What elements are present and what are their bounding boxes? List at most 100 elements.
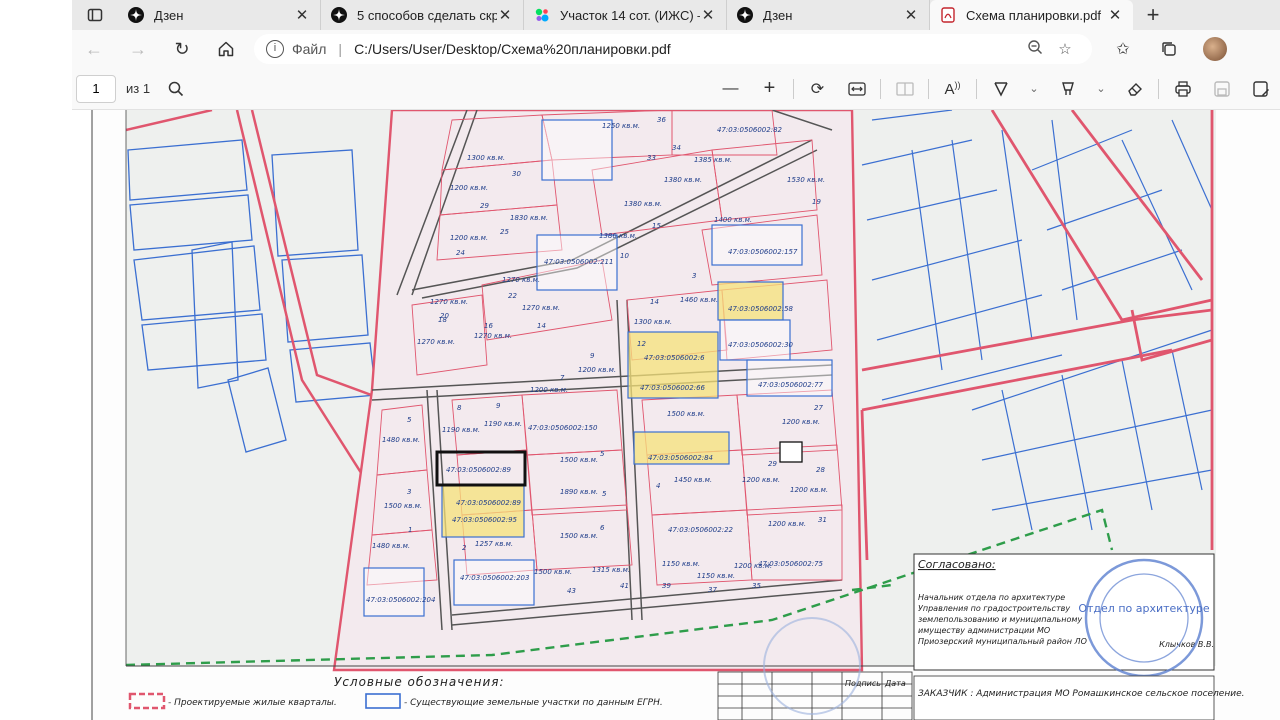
svg-text:47:03:0506002:75: 47:03:0506002:75 bbox=[758, 560, 824, 568]
draw-options-button[interactable]: ⌄ bbox=[1020, 68, 1048, 110]
svg-text:34: 34 bbox=[672, 144, 681, 152]
svg-text:47:03:0506002:77: 47:03:0506002:77 bbox=[758, 381, 824, 389]
back-button[interactable]: ← bbox=[72, 30, 116, 68]
svg-text:27: 27 bbox=[814, 404, 823, 412]
svg-text:1257 кв.м.: 1257 кв.м. bbox=[475, 540, 513, 548]
svg-text:25: 25 bbox=[500, 228, 509, 236]
svg-text:47:03:0506002:150: 47:03:0506002:150 bbox=[528, 424, 598, 432]
tab-actions-button[interactable] bbox=[72, 0, 118, 30]
svg-text:1300 кв.м.: 1300 кв.м. bbox=[467, 154, 505, 162]
print-button[interactable] bbox=[1163, 68, 1202, 110]
tab-4-active[interactable]: Схема планировки.pdf ✕ bbox=[930, 0, 1133, 30]
zoom-in-button[interactable]: + bbox=[750, 68, 789, 110]
svg-text:1250 кв.м.: 1250 кв.м. bbox=[602, 122, 640, 130]
address-field[interactable]: i Файл | C:/Users/User/Desktop/Схема%20п… bbox=[254, 34, 1092, 64]
rotate-button[interactable]: ⟳ bbox=[798, 68, 837, 110]
svg-text:1530 кв.м.: 1530 кв.м. bbox=[787, 176, 825, 184]
svg-text:1200 кв.м.: 1200 кв.м. bbox=[530, 386, 568, 394]
save-as-button[interactable] bbox=[1241, 68, 1280, 110]
highlight-options-button[interactable]: ⌄ bbox=[1087, 68, 1115, 110]
svg-text:30: 30 bbox=[512, 170, 521, 178]
close-icon[interactable]: ✕ bbox=[1107, 6, 1123, 24]
draw-button[interactable] bbox=[981, 68, 1020, 110]
svg-text:14: 14 bbox=[650, 298, 659, 306]
close-icon[interactable]: ✕ bbox=[497, 6, 513, 24]
dzen-icon bbox=[128, 7, 144, 23]
new-tab-button[interactable]: + bbox=[1133, 0, 1173, 30]
svg-text:39: 39 bbox=[662, 582, 671, 590]
svg-text:7: 7 bbox=[560, 374, 565, 382]
legend-item-existing: - Существующие земельные участки по данн… bbox=[404, 698, 663, 708]
tab-0[interactable]: Дзен ✕ bbox=[118, 0, 321, 30]
close-icon[interactable]: ✕ bbox=[294, 6, 310, 24]
pdf-document[interactable]: 1250 кв.м. 36 1300 кв.м. 30 1200 кв.м. 2… bbox=[72, 110, 1280, 720]
svg-text:1385 кв.м.: 1385 кв.м. bbox=[694, 156, 732, 164]
svg-text:43: 43 bbox=[567, 587, 576, 595]
svg-text:47:03:0506002:22: 47:03:0506002:22 bbox=[668, 526, 734, 534]
svg-text:3: 3 bbox=[692, 272, 696, 280]
svg-text:1890 кв.м.: 1890 кв.м. bbox=[560, 488, 598, 496]
avatar bbox=[1203, 37, 1227, 61]
save-button[interactable] bbox=[1202, 68, 1241, 110]
minus-icon: — bbox=[722, 79, 739, 97]
add-favorite-icon[interactable]: ☆ bbox=[1050, 40, 1080, 58]
refresh-button[interactable]: ↻ bbox=[160, 30, 204, 68]
svg-text:1150 кв.м.: 1150 кв.м. bbox=[697, 572, 735, 580]
svg-text:1315 кв.м.: 1315 кв.м. bbox=[592, 566, 630, 574]
svg-text:1200 кв.м.: 1200 кв.м. bbox=[450, 184, 488, 192]
highlight-button[interactable] bbox=[1048, 68, 1087, 110]
svg-text:1300 кв.м.: 1300 кв.м. bbox=[634, 318, 672, 326]
zoom-out-button[interactable]: — bbox=[711, 68, 750, 110]
tab-actions-icon bbox=[87, 8, 103, 22]
page-number-input[interactable]: 1 bbox=[76, 74, 116, 103]
zoom-icon[interactable] bbox=[1020, 39, 1050, 59]
marker-square bbox=[779, 441, 803, 463]
svg-text:1190 кв.м.: 1190 кв.м. bbox=[442, 426, 480, 434]
url-path: C:/Users/User/Desktop/Схема%20планировки… bbox=[354, 41, 671, 57]
tab-title: Дзен bbox=[763, 7, 793, 23]
fit-page-button[interactable] bbox=[837, 68, 876, 110]
svg-text:41: 41 bbox=[620, 582, 629, 590]
svg-text:3: 3 bbox=[407, 488, 411, 496]
close-icon[interactable]: ✕ bbox=[700, 6, 716, 24]
svg-text:1270 кв.м.: 1270 кв.м. bbox=[502, 276, 540, 284]
divider bbox=[1158, 78, 1159, 99]
svg-text:22: 22 bbox=[508, 292, 517, 300]
close-icon[interactable]: ✕ bbox=[903, 6, 919, 24]
favorites-button[interactable]: ✩ bbox=[1100, 30, 1146, 68]
info-icon[interactable]: i bbox=[266, 40, 284, 58]
svg-text:35: 35 bbox=[752, 582, 761, 590]
approval-signer: Клычков В.В. bbox=[1159, 640, 1214, 649]
read-aloud-button[interactable]: A)) bbox=[933, 68, 972, 110]
search-icon bbox=[168, 81, 183, 96]
svg-text:37: 37 bbox=[708, 586, 717, 594]
date-label: Дата bbox=[884, 679, 906, 688]
tab-3[interactable]: Дзен ✕ bbox=[727, 0, 930, 30]
svg-text:15: 15 bbox=[652, 222, 661, 230]
tab-bar: Дзен ✕ 5 способов сделать скри ✕ Участок… bbox=[72, 0, 1280, 30]
erase-button[interactable] bbox=[1115, 68, 1154, 110]
svg-text:29: 29 bbox=[768, 460, 777, 468]
profile-button[interactable] bbox=[1192, 30, 1238, 68]
collections-button[interactable] bbox=[1146, 30, 1192, 68]
favorites-icon: ✩ bbox=[1116, 41, 1130, 58]
forward-button[interactable]: → bbox=[116, 30, 160, 68]
site-plan-drawing: 1250 кв.м. 36 1300 кв.м. 30 1200 кв.м. 2… bbox=[72, 110, 1280, 720]
svg-text:24: 24 bbox=[456, 249, 465, 257]
tab-2[interactable]: Участок 14 сот. (ИЖС) — ✕ bbox=[524, 0, 727, 30]
address-bar-row: ← → ↻ i Файл | C:/Users/User/Desktop/Схе… bbox=[72, 30, 1280, 68]
sign-label: Подпись bbox=[845, 679, 881, 688]
svg-text:9: 9 bbox=[496, 402, 501, 410]
divider bbox=[793, 78, 794, 99]
plus-icon: + bbox=[763, 77, 776, 99]
search-button[interactable] bbox=[156, 68, 195, 110]
svg-text:10: 10 bbox=[620, 252, 629, 260]
home-button[interactable] bbox=[204, 30, 248, 68]
customer-text: ЗАКАЗЧИК : Администрация МО Ромашкинское… bbox=[918, 689, 1244, 699]
svg-text:1500 кв.м.: 1500 кв.м. bbox=[384, 502, 422, 510]
eraser-icon bbox=[1127, 82, 1142, 96]
fit-width-icon bbox=[847, 81, 866, 96]
page-view-button[interactable] bbox=[885, 68, 924, 110]
tab-title: Дзен bbox=[154, 7, 184, 23]
tab-1[interactable]: 5 способов сделать скри ✕ bbox=[321, 0, 524, 30]
